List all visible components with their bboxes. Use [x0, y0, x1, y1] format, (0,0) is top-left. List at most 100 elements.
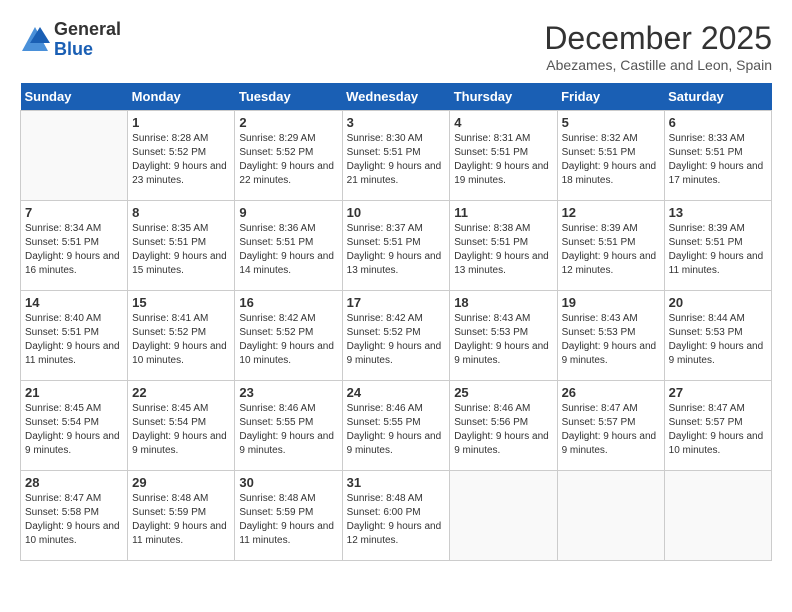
- calendar-cell: 15 Sunrise: 8:41 AMSunset: 5:52 PMDayligh…: [128, 291, 235, 381]
- day-number: 26: [562, 385, 660, 400]
- calendar-cell: 17Sunrise: 8:42 AMSunset: 5:52 PMDayligh…: [342, 291, 450, 381]
- day-number: 5: [562, 115, 660, 130]
- calendar-cell: 22 Sunrise: 8:45 AMSunset: 5:54 PMDayligh…: [128, 381, 235, 471]
- day-number: 21: [25, 385, 123, 400]
- page-header: General Blue December 2025 Abezames, Cas…: [20, 20, 772, 73]
- day-info: Sunrise: 8:48 AMSunset: 5:59 PMDaylight:…: [239, 492, 337, 548]
- calendar-cell: 12Sunrise: 8:39 AMSunset: 5:51 PMDayligh…: [557, 201, 664, 291]
- day-number: 22: [132, 385, 230, 400]
- day-number: 24: [347, 385, 446, 400]
- day-number: 11: [454, 205, 552, 220]
- day-info: Sunrise: 8:44 AMSunset: 5:53 PMDaylight:…: [669, 312, 767, 368]
- day-number: 19: [562, 295, 660, 310]
- calendar-table: SundayMondayTuesdayWednesdayThursdayFrid…: [20, 83, 772, 561]
- calendar-cell: 5 Sunrise: 8:32 AMSunset: 5:51 PMDaylight…: [557, 111, 664, 201]
- day-info: Sunrise: 8:45 AMSunset: 5:54 PMDaylight:…: [132, 402, 230, 458]
- calendar-cell: 21Sunrise: 8:45 AMSunset: 5:54 PMDayligh…: [21, 381, 128, 471]
- calendar-cell: 19 Sunrise: 8:43 AMSunset: 5:53 PMDayligh…: [557, 291, 664, 381]
- calendar-cell: [450, 471, 557, 561]
- day-info: Sunrise: 8:46 AMSunset: 5:56 PMDaylight:…: [454, 402, 552, 458]
- weekday-header-saturday: Saturday: [664, 83, 771, 111]
- logo-general-text: General: [54, 19, 121, 39]
- day-info: Sunrise: 8:40 AMSunset: 5:51 PMDaylight:…: [25, 312, 123, 368]
- calendar-cell: 1 Sunrise: 8:28 AMSunset: 5:52 PMDaylight…: [128, 111, 235, 201]
- day-number: 3: [347, 115, 446, 130]
- calendar-cell: 23 Sunrise: 8:46 AMSunset: 5:55 PMDayligh…: [235, 381, 342, 471]
- day-number: 30: [239, 475, 337, 490]
- day-info: Sunrise: 8:41 AMSunset: 5:52 PMDaylight:…: [132, 312, 230, 368]
- calendar-cell: 16 Sunrise: 8:42 AMSunset: 5:52 PMDayligh…: [235, 291, 342, 381]
- weekday-header-thursday: Thursday: [450, 83, 557, 111]
- day-info: Sunrise: 8:46 AMSunset: 5:55 PMDaylight:…: [239, 402, 337, 458]
- day-number: 16: [239, 295, 337, 310]
- day-info: Sunrise: 8:47 AMSunset: 5:58 PMDaylight:…: [25, 492, 123, 548]
- day-number: 28: [25, 475, 123, 490]
- day-info: Sunrise: 8:47 AMSunset: 5:57 PMDaylight:…: [562, 402, 660, 458]
- weekday-header-row: SundayMondayTuesdayWednesdayThursdayFrid…: [21, 83, 772, 111]
- day-number: 9: [239, 205, 337, 220]
- day-info: Sunrise: 8:29 AMSunset: 5:52 PMDaylight:…: [239, 132, 337, 188]
- calendar-cell: [21, 111, 128, 201]
- title-area: December 2025 Abezames, Castille and Leo…: [544, 20, 772, 73]
- day-info: Sunrise: 8:36 AMSunset: 5:51 PMDaylight:…: [239, 222, 337, 278]
- calendar-cell: 24 Sunrise: 8:46 AMSunset: 5:55 PMDayligh…: [342, 381, 450, 471]
- day-info: Sunrise: 8:28 AMSunset: 5:52 PMDaylight:…: [132, 132, 230, 188]
- day-number: 10: [347, 205, 446, 220]
- calendar-cell: 18 Sunrise: 8:43 AMSunset: 5:53 PMDayligh…: [450, 291, 557, 381]
- weekday-header-tuesday: Tuesday: [235, 83, 342, 111]
- calendar-cell: 8 Sunrise: 8:35 AMSunset: 5:51 PMDaylight…: [128, 201, 235, 291]
- week-row-2: 7 Sunrise: 8:34 AMSunset: 5:51 PMDaylight…: [21, 201, 772, 291]
- day-info: Sunrise: 8:48 AMSunset: 5:59 PMDaylight:…: [132, 492, 230, 548]
- week-row-4: 21 Sunrise: 8:45 AMSunset: 5:54 PMDayligh…: [21, 381, 772, 471]
- calendar-cell: [557, 471, 664, 561]
- day-number: 31: [347, 475, 446, 490]
- day-number: 13: [669, 205, 767, 220]
- day-number: 17: [347, 295, 446, 310]
- calendar-cell: 29 Sunrise: 8:48 AMSunset: 5:59 PMDayligh…: [128, 471, 235, 561]
- calendar-cell: 7 Sunrise: 8:34 AMSunset: 5:51 PMDaylight…: [21, 201, 128, 291]
- day-info: Sunrise: 8:35 AMSunset: 5:51 PMDaylight:…: [132, 222, 230, 278]
- day-number: 1: [132, 115, 230, 130]
- calendar-cell: 26 Sunrise: 8:47 AMSunset: 5:57 PMDayligh…: [557, 381, 664, 471]
- day-number: 18: [454, 295, 552, 310]
- day-info: Sunrise: 8:39 AMSunset: 5:51 PMDaylight:…: [669, 222, 767, 278]
- day-info: Sunrise: 8:48 AMSunset: 6:00 PMDaylight:…: [347, 492, 446, 548]
- calendar-cell: 2 Sunrise: 8:29 AMSunset: 5:52 PMDaylight…: [235, 111, 342, 201]
- day-info: Sunrise: 8:43 AMSunset: 5:53 PMDaylight:…: [454, 312, 552, 368]
- day-info: Sunrise: 8:47 AMSunset: 5:57 PMDaylight:…: [669, 402, 767, 458]
- day-info: Sunrise: 8:46 AMSunset: 5:55 PMDaylight:…: [347, 402, 446, 458]
- calendar-cell: 25 Sunrise: 8:46 AMSunset: 5:56 PMDayligh…: [450, 381, 557, 471]
- calendar-cell: [664, 471, 771, 561]
- day-number: 8: [132, 205, 230, 220]
- day-info: Sunrise: 8:42 AMSunset: 5:52 PMDaylight:…: [239, 312, 337, 368]
- day-info: Sunrise: 8:33 AMSunset: 5:51 PMDaylight:…: [669, 132, 767, 188]
- calendar-cell: 14Sunrise: 8:40 AMSunset: 5:51 PMDayligh…: [21, 291, 128, 381]
- day-info: Sunrise: 8:43 AMSunset: 5:53 PMDaylight:…: [562, 312, 660, 368]
- day-number: 2: [239, 115, 337, 130]
- calendar-cell: 31 Sunrise: 8:48 AMSunset: 6:00 PMDayligh…: [342, 471, 450, 561]
- calendar-cell: 10Sunrise: 8:37 AMSunset: 5:51 PMDayligh…: [342, 201, 450, 291]
- day-number: 4: [454, 115, 552, 130]
- day-number: 20: [669, 295, 767, 310]
- day-info: Sunrise: 8:30 AMSunset: 5:51 PMDaylight:…: [347, 132, 446, 188]
- logo-icon: [20, 25, 50, 55]
- day-number: 25: [454, 385, 552, 400]
- calendar-cell: 27Sunrise: 8:47 AMSunset: 5:57 PMDayligh…: [664, 381, 771, 471]
- day-info: Sunrise: 8:31 AMSunset: 5:51 PMDaylight:…: [454, 132, 552, 188]
- day-number: 7: [25, 205, 123, 220]
- day-info: Sunrise: 8:38 AMSunset: 5:51 PMDaylight:…: [454, 222, 552, 278]
- location-text: Abezames, Castille and Leon, Spain: [544, 57, 772, 73]
- day-number: 15: [132, 295, 230, 310]
- day-info: Sunrise: 8:39 AMSunset: 5:51 PMDaylight:…: [562, 222, 660, 278]
- day-number: 29: [132, 475, 230, 490]
- weekday-header-sunday: Sunday: [21, 83, 128, 111]
- day-info: Sunrise: 8:34 AMSunset: 5:51 PMDaylight:…: [25, 222, 123, 278]
- day-number: 23: [239, 385, 337, 400]
- weekday-header-friday: Friday: [557, 83, 664, 111]
- day-info: Sunrise: 8:32 AMSunset: 5:51 PMDaylight:…: [562, 132, 660, 188]
- weekday-header-wednesday: Wednesday: [342, 83, 450, 111]
- calendar-cell: 9 Sunrise: 8:36 AMSunset: 5:51 PMDaylight…: [235, 201, 342, 291]
- week-row-5: 28 Sunrise: 8:47 AMSunset: 5:58 PMDayligh…: [21, 471, 772, 561]
- calendar-cell: 30 Sunrise: 8:48 AMSunset: 5:59 PMDayligh…: [235, 471, 342, 561]
- calendar-cell: 6Sunrise: 8:33 AMSunset: 5:51 PMDaylight…: [664, 111, 771, 201]
